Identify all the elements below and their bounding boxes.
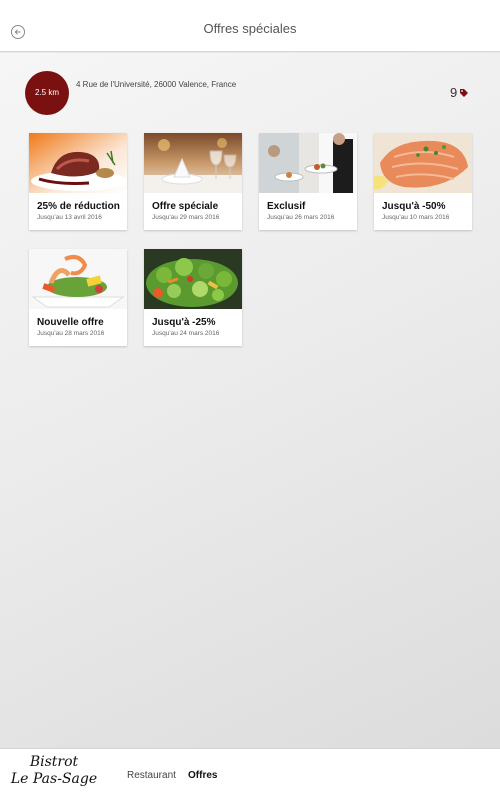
offer-card[interactable]: 25% de réduction Jusqu'au 13 avril 2016 [29, 133, 127, 230]
offer-title: Offre spéciale [152, 201, 219, 212]
offer-date: Jusqu'au 29 mars 2016 [152, 214, 220, 221]
offer-card[interactable]: Jusqu'à -25% Jusqu'au 24 mars 2016 [144, 249, 242, 346]
logo-line-1: Bistrot [29, 754, 79, 770]
offer-image-table [144, 133, 242, 193]
offer-card[interactable]: Jusqu'à -50% Jusqu'au 10 mars 2016 [374, 133, 472, 230]
offer-title: Jusqu'à -25% [152, 317, 216, 328]
offer-image-shrimp [29, 249, 127, 309]
offer-title: Nouvelle offre [37, 317, 104, 328]
top-app-bar: Offres spéciales [0, 0, 500, 52]
offer-date: Jusqu'au 13 avril 2016 [37, 214, 102, 221]
offer-title: Exclusif [267, 201, 306, 212]
tab-offres[interactable]: Offres [188, 770, 217, 781]
offers-content: 2.5 km 4 Rue de l'Université, 26000 Vale… [0, 53, 500, 748]
bottom-nav-bar: Bistrot Le Pas-Sage Restaurant Offres [0, 748, 500, 800]
tag-icon [460, 88, 469, 97]
offer-image-waiter [259, 133, 357, 193]
logo-line-2: Le Pas-Sage [10, 771, 98, 787]
offer-image-steak [29, 133, 127, 193]
offer-image-salad [144, 249, 242, 309]
offers-count-value: 9 [450, 85, 458, 100]
offer-date: Jusqu'au 26 mars 2016 [267, 214, 335, 221]
page-title: Offres spéciales [203, 21, 297, 36]
offer-image-salmon [374, 133, 472, 193]
offer-date: Jusqu'au 28 mars 2016 [37, 330, 105, 337]
offer-title: 25% de réduction [37, 201, 120, 212]
offer-date: Jusqu'au 24 mars 2016 [152, 330, 220, 337]
restaurant-logo[interactable]: Bistrot Le Pas-Sage [4, 754, 104, 788]
offer-card[interactable]: Nouvelle offre Jusqu'au 28 mars 2016 [29, 249, 127, 346]
restaurant-address: 4 Rue de l'Université, 26000 Valence, Fr… [76, 80, 237, 89]
offer-card[interactable]: Exclusif Jusqu'au 26 mars 2016 [259, 133, 357, 230]
distance-badge: 2.5 km [25, 71, 69, 115]
offer-title: Jusqu'à -50% [382, 201, 446, 212]
offers-counter: 9 [450, 85, 469, 100]
tab-restaurant[interactable]: Restaurant [127, 770, 176, 781]
offer-date: Jusqu'au 10 mars 2016 [382, 214, 450, 221]
offer-card[interactable]: Offre spéciale Jusqu'au 29 mars 2016 [144, 133, 242, 230]
